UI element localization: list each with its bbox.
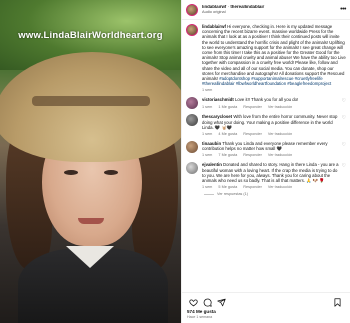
hat-band <box>32 96 150 106</box>
instagram-post: www.LindaBlairWorldheart.org lindablairw… <box>0 0 350 323</box>
comment-item: victoriaschmidt Love it!! Thank you for … <box>186 97 346 110</box>
comment-text: Donated and shared to story. Hang in the… <box>202 162 339 184</box>
comment-item: tinaaubin Thank you Linda and everyone p… <box>186 141 346 157</box>
comment-likes[interactable]: 4 Me gusta <box>218 132 237 136</box>
view-replies-link[interactable]: Ver respuestas (1) <box>204 192 346 196</box>
comment-time: 1 sem <box>202 132 213 137</box>
like-icon[interactable] <box>187 296 199 308</box>
comment-likes[interactable]: 7 Me gusta <box>218 153 237 157</box>
comment-like-icon[interactable]: ♡ <box>340 141 346 157</box>
eye-right <box>104 170 118 175</box>
commenter-avatar[interactable] <box>186 114 198 127</box>
commenter-username[interactable]: victoriaschmidt <box>202 97 234 102</box>
bookmark-icon[interactable] <box>331 296 343 308</box>
likes-count[interactable]: 574 Me gusta <box>187 309 345 314</box>
post-header: lindablairwf · thereallindablair Audio o… <box>182 0 350 20</box>
mouth <box>78 218 104 224</box>
post-time: Hace 1 semana <box>187 315 213 319</box>
comment-like-icon[interactable]: ♡ <box>340 97 346 109</box>
comment-time: 1 sem <box>202 153 213 158</box>
translate-link[interactable]: Ver traducción <box>268 185 292 189</box>
audio-label[interactable]: Audio original <box>202 9 340 14</box>
comment-item: thescarycloset With love from the entire… <box>186 114 346 136</box>
commenter-avatar[interactable] <box>186 97 198 110</box>
post-footer: 574 Me gusta Hace 1 semana <box>182 292 350 323</box>
caption-hashtags[interactable]: #adoptdontshop #supportanimalrescue #cru… <box>202 76 331 86</box>
caption-text: lindablairwf Hi everyone, checking in. H… <box>202 24 346 87</box>
commenter-avatar[interactable] <box>186 141 198 154</box>
reply-button[interactable]: Responder <box>243 132 262 136</box>
more-options-icon[interactable]: ••• <box>340 6 346 13</box>
translate-link[interactable]: Ver traducción <box>268 153 292 157</box>
eye-left <box>64 170 78 175</box>
comment-likes[interactable]: 5 Me gusta <box>218 185 237 189</box>
comment-likes[interactable]: 1 Me gusta <box>218 105 237 109</box>
share-icon[interactable] <box>215 296 227 308</box>
video-watermark: www.LindaBlairWorldheart.org <box>18 30 163 41</box>
translate-link[interactable]: Ver traducción <box>268 105 292 109</box>
comment-item: ejvalentin Donated and shared to story. … <box>186 162 346 189</box>
caption-time: 1 sem <box>202 88 213 93</box>
caption-avatar[interactable] <box>186 24 198 36</box>
author-avatar[interactable] <box>186 3 198 16</box>
comment-like-icon[interactable]: ♡ <box>340 162 346 189</box>
caption: lindablairwf Hi everyone, checking in. H… <box>186 24 346 92</box>
reply-button[interactable]: Responder <box>243 105 262 109</box>
comment-icon[interactable] <box>201 296 213 308</box>
comment-text: Thank you Linda and everyone please reme… <box>202 141 328 152</box>
post-sidebar: lindablairwf · thereallindablair Audio o… <box>181 0 350 323</box>
reply-button[interactable]: Responder <box>243 185 262 189</box>
comment-time: 1 sem <box>202 185 213 190</box>
coauthor-username[interactable]: thereallindablair <box>230 5 264 9</box>
comment-like-icon[interactable]: ♡ <box>340 114 346 136</box>
action-bar <box>187 296 345 308</box>
post-video[interactable]: www.LindaBlairWorldheart.org <box>0 0 181 323</box>
translate-link[interactable]: Ver traducción <box>268 132 292 136</box>
commenter-avatar[interactable] <box>186 162 198 175</box>
comment-text: Love it!! Thank you for all you do! <box>234 97 299 103</box>
reply-button[interactable]: Responder <box>243 153 262 157</box>
comments-scroll[interactable]: lindablairwf Hi everyone, checking in. H… <box>182 20 350 292</box>
straw-hat <box>0 52 181 162</box>
comment-time: 1 sem <box>202 104 213 109</box>
